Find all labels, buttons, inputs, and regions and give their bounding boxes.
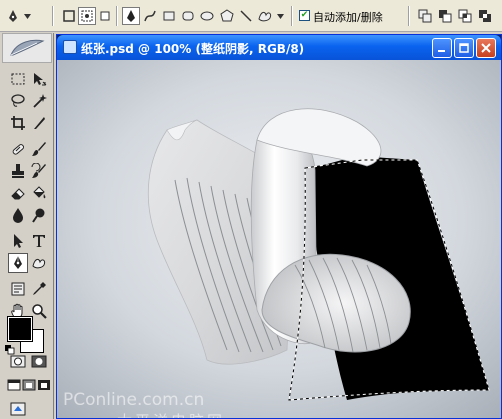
paper-artwork [57,60,501,418]
foreground-color-swatch[interactable] [7,316,33,342]
move-tool-icon[interactable] [29,69,49,89]
add-to-path-icon[interactable] [416,7,434,25]
history-brush-tool-icon[interactable] [29,161,49,181]
crop-tool-icon[interactable] [8,113,28,133]
zoom-tool-icon[interactable] [29,301,49,321]
feather-logo-icon[interactable] [2,33,52,63]
standard-mode-icon[interactable] [8,351,28,371]
document-titlebar[interactable]: 纸张.psd @ 100% (整纸阴影, RGB/8) [57,35,501,60]
maximize-button[interactable] [454,38,474,58]
healing-brush-tool-icon[interactable] [8,139,28,159]
shape-layers-icon[interactable] [60,7,78,25]
chevron-down-icon[interactable] [22,7,32,25]
blur-tool-icon[interactable] [8,205,28,225]
magic-wand-tool-icon[interactable] [29,91,49,111]
ellipse-shape-icon[interactable] [198,7,216,25]
marquee-tool-icon[interactable] [8,69,28,89]
auto-add-delete-label: 自动添加/删除 [313,11,383,24]
eyedropper-tool-icon[interactable] [29,279,49,299]
jump-to-imageready-icon[interactable] [8,399,28,419]
type-tool-icon[interactable] [29,231,49,251]
path-selection-tool-icon[interactable] [8,231,28,251]
document-title: 纸张.psd @ 100% (整纸阴影, RGB/8) [81,42,305,56]
custom-shape-icon[interactable] [256,7,274,25]
custom-shape-tool-icon[interactable] [29,253,49,273]
watermark-brand: 太平洋电脑网 [117,410,225,418]
minimize-button[interactable] [432,38,452,58]
dodge-tool-icon[interactable] [29,205,49,225]
subtract-from-path-icon[interactable] [436,7,454,25]
chevron-down-icon[interactable] [275,7,285,25]
polygon-shape-icon[interactable] [218,7,236,25]
clone-stamp-tool-icon[interactable] [8,161,28,181]
options-bar: ✔ 自动添加/删除 [0,0,502,32]
paths-mode-icon[interactable] [78,7,96,25]
close-button[interactable] [476,38,496,58]
document-icon [63,40,77,54]
toolbox [0,33,54,419]
freeform-pen-icon[interactable] [141,7,159,25]
paint-bucket-tool-icon[interactable] [29,183,49,203]
exclude-overlap-icon[interactable] [476,7,494,25]
eraser-tool-icon[interactable] [8,183,28,203]
full-screen-mode-icon[interactable] [34,375,54,395]
intersect-path-icon[interactable] [456,7,474,25]
brush-tool-icon[interactable] [29,139,49,159]
document-window: 纸张.psd @ 100% (整纸阴影, RGB/8) PConline.com… [56,34,502,419]
slice-tool-icon[interactable] [29,113,49,133]
line-shape-icon[interactable] [237,7,255,25]
rectangle-shape-icon[interactable] [160,7,178,25]
pen-tool-icon[interactable] [8,253,28,273]
watermark-domain: PConline.com.cn [63,390,205,410]
notes-tool-icon[interactable] [8,279,28,299]
rounded-rectangle-icon[interactable] [179,7,197,25]
lasso-tool-icon[interactable] [8,91,28,111]
photoshop-window: ✔ 自动添加/删除 纸张.psd @ 100% (整纸阴影, RGB/8) PC… [0,0,502,419]
fill-pixels-icon[interactable] [96,7,114,25]
pen-tool-option-icon[interactable] [122,7,140,25]
pen-preset-icon[interactable] [4,7,22,25]
quick-mask-mode-icon[interactable] [29,351,49,371]
auto-add-delete-checkbox[interactable]: ✔ [299,10,310,21]
image-canvas[interactable]: PConline.com.cn 太平洋电脑网 [57,60,501,418]
